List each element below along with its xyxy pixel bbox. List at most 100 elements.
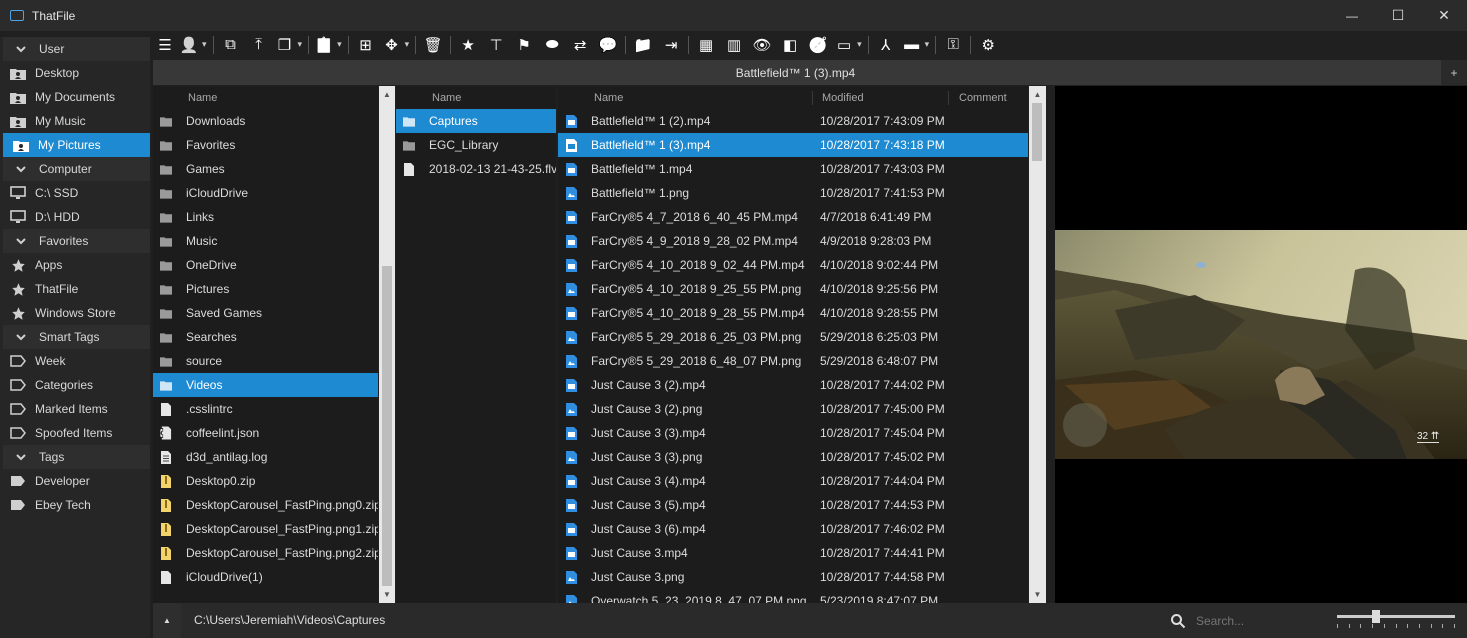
sidebar-section-favorites[interactable]: Favorites — [3, 229, 150, 253]
sidebar-item-my-pictures[interactable]: My Pictures — [3, 133, 150, 157]
column-divider[interactable] — [812, 91, 813, 105]
scroll-up-icon[interactable]: ▲ — [1029, 86, 1046, 103]
new-item-button[interactable]: ⊞ — [352, 33, 380, 57]
folder-row[interactable]: Searches — [153, 325, 378, 349]
folder-row[interactable]: Videos — [153, 373, 378, 397]
merge-button[interactable]: ⅄ — [872, 33, 900, 57]
delete-button[interactable]: 🗑 — [419, 33, 447, 57]
add-tab-button[interactable]: + — [1441, 60, 1467, 85]
file-row[interactable]: DesktopCarousel_FastPing.png0.zip — [153, 493, 378, 517]
folder-row[interactable]: Pictures — [153, 277, 378, 301]
dropdown-arrow-icon[interactable]: ▾ — [925, 39, 930, 50]
key-button[interactable]: ⚿ — [939, 33, 967, 57]
file-row[interactable]: Desktop0.zip — [153, 469, 378, 493]
pane2-name-header[interactable]: Name — [396, 86, 556, 109]
menu-button[interactable]: ☰ — [153, 33, 177, 57]
sidebar-item-d-hdd[interactable]: D:\ HDD — [0, 205, 150, 229]
comment-button[interactable]: 💬 — [594, 33, 622, 57]
file-row[interactable]: Just Cause 3 (2).png 10/28/2017 7:45:00 P… — [558, 397, 1028, 421]
dropdown-arrow-icon[interactable]: ▾ — [337, 39, 342, 50]
file-row[interactable]: Just Cause 3 (4).mp4 10/28/2017 7:44:04 P… — [558, 469, 1028, 493]
folder-row[interactable]: OneDrive — [153, 253, 378, 277]
video-preview[interactable]: 32 ⇈ — [1055, 230, 1467, 459]
minimize-button[interactable]: — — [1329, 0, 1375, 31]
dropdown-arrow-icon[interactable]: ▾ — [405, 39, 410, 50]
sidebar-item-ebey-tech[interactable]: Ebey Tech — [0, 493, 150, 517]
file-row[interactable]: Just Cause 3 (3).png 10/28/2017 7:45:02 P… — [558, 445, 1028, 469]
folder-row[interactable]: Saved Games — [153, 301, 378, 325]
file-row[interactable]: Battlefield™ 1.mp4 10/28/2017 7:43:03 PM — [558, 157, 1028, 181]
folder-button[interactable]: 📁 — [629, 33, 657, 57]
tiles-view-button[interactable]: ▦ — [692, 33, 720, 57]
tag-button[interactable]: ⬬ — [538, 33, 566, 57]
open-in-button[interactable]: ⇥ — [657, 33, 685, 57]
bar-button[interactable]: ▬ — [900, 33, 924, 57]
file-row[interactable]: DesktopCarousel_FastPing.png1.zip — [153, 517, 378, 541]
file-row[interactable]: Just Cause 3 (6).mp4 10/28/2017 7:46:02 P… — [558, 517, 1028, 541]
window-button[interactable]: ▭ — [832, 33, 856, 57]
file-row[interactable]: Battlefield™ 1 (2).mp4 10/28/2017 7:43:09… — [558, 109, 1028, 133]
sidebar-section-computer[interactable]: Computer — [3, 157, 150, 181]
file-row[interactable]: FarCry®5 4_10_2018 9_25_55 PM.png 4/10/20… — [558, 277, 1028, 301]
sidebar-item-windows-store[interactable]: Windows Store — [0, 301, 150, 325]
file-row[interactable]: FarCry®5 4_10_2018 9_28_55 PM.mp4 4/10/20… — [558, 301, 1028, 325]
move-up-button[interactable]: ⤒ — [245, 33, 273, 57]
close-button[interactable]: ✕ — [1421, 0, 1467, 31]
sidebar-item-my-documents[interactable]: My Documents — [0, 85, 150, 109]
user-button[interactable]: 👤 — [177, 33, 201, 57]
name-column-header[interactable]: Name — [594, 92, 623, 104]
pane1-scrollbar[interactable]: ▲ ▼ — [379, 86, 395, 603]
scroll-down-icon[interactable]: ▼ — [379, 586, 395, 603]
folder-row[interactable]: Links — [153, 205, 378, 229]
compare-button[interactable]: ◧ — [776, 33, 804, 57]
flag-button[interactable]: ⚑ — [510, 33, 538, 57]
pin-top-button[interactable]: ⊤ — [482, 33, 510, 57]
scroll-up-icon[interactable]: ▲ — [379, 86, 395, 103]
sidebar-item-week[interactable]: Week — [0, 349, 150, 373]
move-button[interactable]: ✥ — [380, 33, 404, 57]
file-row[interactable]: Just Cause 3.mp4 10/28/2017 7:44:41 PM — [558, 541, 1028, 565]
sidebar-section-user[interactable]: User — [3, 37, 150, 61]
file-row[interactable]: Overwatch 5_23_2019 8_47_07 PM.png 5/23/2… — [558, 589, 1028, 603]
file-row[interactable]: .csslintrc — [153, 397, 378, 421]
collapse-toggle-button[interactable]: ▲ — [153, 603, 181, 638]
search-box[interactable] — [1170, 611, 1320, 631]
zoom-slider[interactable] — [1337, 610, 1455, 631]
file-row[interactable]: FarCry®5 5_29_2018 6_25_03 PM.png 5/29/20… — [558, 325, 1028, 349]
sidebar-item-my-music[interactable]: My Music — [0, 109, 150, 133]
compass-button[interactable]: 🧭 — [804, 33, 832, 57]
file-row[interactable]: Just Cause 3 (2).mp4 10/28/2017 7:44:02 P… — [558, 373, 1028, 397]
path-display[interactable]: C:\Users\Jeremiah\Videos\Captures — [194, 613, 385, 627]
file-row[interactable]: DesktopCarousel_FastPing.png2.zip — [153, 541, 378, 565]
sidebar-item-categories[interactable]: Categories — [0, 373, 150, 397]
folder-row[interactable]: Games — [153, 157, 378, 181]
file-row[interactable]: 2018-02-13 21-43-25.flv — [396, 157, 556, 181]
pane1-name-header[interactable]: Name — [153, 86, 378, 109]
columns-view-button[interactable]: ▥ — [720, 33, 748, 57]
open-external-button[interactable]: ⧉ — [217, 33, 245, 57]
folder-row[interactable]: Downloads — [153, 109, 378, 133]
swap-button[interactable]: ⇄ — [566, 33, 594, 57]
comment-column-header[interactable]: Comment — [959, 92, 1007, 104]
folder-row[interactable]: Music — [153, 229, 378, 253]
file-row[interactable]: d3d_antilag.log — [153, 445, 378, 469]
sidebar-item-apps[interactable]: Apps — [0, 253, 150, 277]
dropdown-arrow-icon[interactable]: ▾ — [202, 39, 207, 50]
paste-button[interactable]: 📋 — [312, 33, 336, 57]
file-row[interactable]: Battlefield™ 1 (3).mp4 10/28/2017 7:43:18… — [558, 133, 1028, 157]
folder-row[interactable]: iCloudDrive — [153, 181, 378, 205]
sidebar-section-smart-tags[interactable]: Smart Tags — [3, 325, 150, 349]
sidebar-item-developer[interactable]: Developer — [0, 469, 150, 493]
folder-row[interactable]: source — [153, 349, 378, 373]
maximize-button[interactable]: ☐ — [1375, 0, 1421, 31]
zoom-slider-thumb[interactable] — [1372, 610, 1380, 623]
folder-row[interactable]: EGC_Library — [396, 133, 556, 157]
sidebar-item-desktop[interactable]: Desktop — [0, 61, 150, 85]
file-row[interactable]: FarCry®5 4_9_2018 9_28_02 PM.mp4 4/9/2018… — [558, 229, 1028, 253]
settings-button[interactable]: ⚙ — [974, 33, 1002, 57]
column-divider[interactable] — [948, 91, 949, 105]
modified-column-header[interactable]: Modified — [822, 92, 864, 104]
file-list-scroll-thumb[interactable] — [1032, 103, 1042, 161]
preview-eye-button[interactable]: 👁 — [748, 33, 776, 57]
sidebar-item-marked-items[interactable]: Marked Items — [0, 397, 150, 421]
